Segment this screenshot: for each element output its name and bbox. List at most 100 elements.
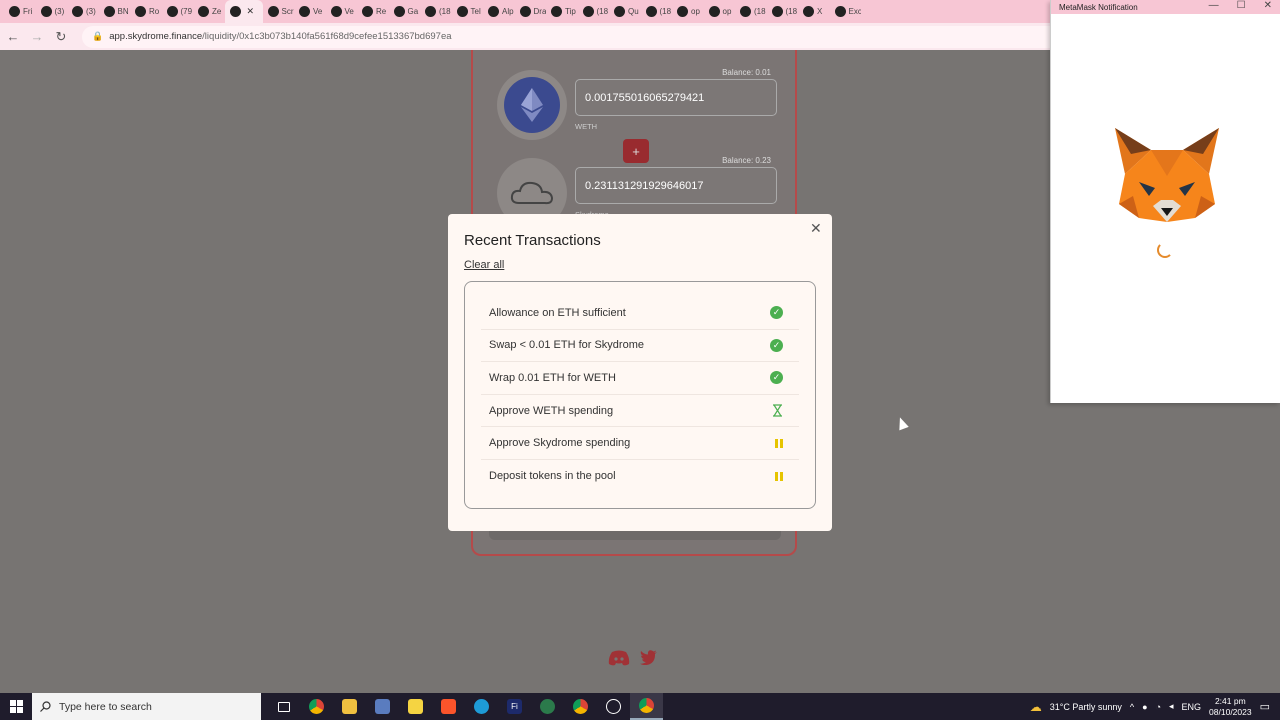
chevron-up-icon[interactable]: ^ <box>1130 702 1134 712</box>
browser-tab[interactable]: Dra <box>515 0 547 23</box>
reload-icon[interactable]: ↻ <box>50 29 72 45</box>
notifications-icon[interactable]: ▭ <box>1260 700 1270 713</box>
language-indicator[interactable]: ENG <box>1182 702 1202 712</box>
transaction-row: Approve WETH spending <box>481 395 799 428</box>
tab-label: Qu <box>628 7 639 16</box>
clock-app-icon[interactable] <box>597 693 630 720</box>
browser-tab[interactable]: Ze <box>193 0 225 23</box>
discord-icon[interactable] <box>608 650 630 666</box>
tab-label: Ve <box>344 7 354 16</box>
file-explorer-icon[interactable] <box>333 693 366 720</box>
weather-text[interactable]: 31°C Partly sunny <box>1050 702 1122 712</box>
browser-tab[interactable]: (18 <box>735 0 767 23</box>
browser-tab[interactable]: (18 <box>578 0 610 23</box>
twitter-icon[interactable] <box>640 650 657 665</box>
app-fi-icon[interactable]: Fi <box>498 693 531 720</box>
notes-icon[interactable] <box>399 693 432 720</box>
windows-taskbar: Type here to search Fi ☁ 31°C Partly sun… <box>0 693 1280 720</box>
browser-tab[interactable]: Alp <box>483 0 515 23</box>
volume-icon[interactable]: ◂ <box>1169 701 1174 712</box>
tab-favicon-icon <box>9 6 20 17</box>
transactions-list: Allowance on ETH sufficient ✓ Swap < 0.01 … <box>464 281 816 509</box>
browser-tab[interactable]: Tel <box>452 0 484 23</box>
tab-close-icon[interactable]: ✕ <box>247 6 255 17</box>
tab-label: (3) <box>54 7 65 16</box>
window-close-icon[interactable]: ✕ <box>1264 0 1272 11</box>
back-icon[interactable]: ← <box>2 29 24 44</box>
token1-label: WETH <box>575 122 598 131</box>
browser-tab[interactable]: Ga <box>389 0 421 23</box>
brave-icon[interactable] <box>432 693 465 720</box>
token2-amount-input[interactable]: 0.231131291929646017 <box>575 167 777 204</box>
chrome-profile-icon[interactable] <box>564 693 597 720</box>
tab-favicon-icon <box>488 6 499 17</box>
tab-label: Dra <box>533 7 547 16</box>
browser-tab[interactable]: Ro <box>130 0 162 23</box>
metamask-notification-window: MetaMask Notification — ☐ ✕ <box>1050 0 1280 403</box>
transaction-label: Wrap 0.01 ETH for WETH <box>489 371 616 384</box>
browser-tab[interactable]: op <box>672 0 704 23</box>
tab-favicon-icon <box>740 6 751 17</box>
browser-tab[interactable]: BN <box>99 0 131 23</box>
browser-tab[interactable]: op <box>704 0 736 23</box>
edge-icon[interactable] <box>465 693 498 720</box>
browser-tab[interactable]: Qu <box>609 0 641 23</box>
browser-tab[interactable]: Ve <box>326 0 358 23</box>
transaction-label: Swap < 0.01 ETH for Skydrome <box>489 339 644 352</box>
tab-label: Scr <box>281 7 294 16</box>
transaction-row: Swap < 0.01 ETH for Skydrome ✓ <box>481 330 799 363</box>
browser-tab[interactable]: (18 <box>420 0 452 23</box>
browser-tab[interactable]: (79 <box>162 0 194 23</box>
cloud-icon <box>510 181 554 205</box>
app-icon[interactable] <box>531 693 564 720</box>
maximize-icon[interactable]: ☐ <box>1237 0 1246 11</box>
browser-tab[interactable]: (3) <box>36 0 68 23</box>
start-button[interactable] <box>0 700 32 713</box>
metamask-fox-icon <box>1115 128 1219 222</box>
tab-favicon-icon <box>267 6 279 17</box>
url-host: app.skydrome.finance <box>109 31 203 42</box>
url-field[interactable]: 🔒 app.skydrome.finance/liquidity/0x1c3b0… <box>82 25 1122 48</box>
tab-favicon-icon <box>198 6 209 17</box>
browser-tab[interactable]: Scr <box>263 0 295 23</box>
forward-icon[interactable]: → <box>26 29 48 44</box>
browser-tab[interactable]: ✕ <box>224 0 263 23</box>
hourglass-icon <box>773 404 782 417</box>
transaction-label: Approve Skydrome spending <box>489 437 631 450</box>
check-circle-icon: ✓ <box>770 306 783 320</box>
mouse-cursor <box>895 415 909 431</box>
chrome-active-icon[interactable] <box>630 693 663 720</box>
tab-favicon-icon <box>551 6 562 17</box>
wifi-icon[interactable]: ◔ <box>1156 702 1161 712</box>
close-icon[interactable]: ✕ <box>810 220 822 237</box>
system-tray: ☁ 31°C Partly sunny ^ ● ◔ ◂ ENG 2:41 pm … <box>1030 693 1280 720</box>
tab-label: X <box>817 7 823 16</box>
task-view-icon[interactable] <box>267 693 300 720</box>
clear-all-link[interactable]: Clear all <box>464 259 504 271</box>
check-circle-icon: ✓ <box>770 338 783 352</box>
browser-tab[interactable]: Tip <box>546 0 578 23</box>
browser-tab[interactable]: Ve <box>294 0 326 23</box>
calculator-icon[interactable] <box>366 693 399 720</box>
token1-amount-input[interactable]: 0.001755016065279421 <box>575 79 777 116</box>
add-token-button[interactable]: + <box>623 139 649 163</box>
tab-label: Alp <box>502 7 514 16</box>
browser-tab[interactable]: (18 <box>767 0 799 23</box>
browser-tab[interactable]: Re <box>357 0 389 23</box>
browser-tab[interactable]: (3) <box>67 0 99 23</box>
tab-label: op <box>722 7 732 16</box>
tab-favicon-icon <box>72 6 83 17</box>
browser-tab[interactable]: Exc <box>830 0 861 23</box>
browser-tab[interactable]: Fri <box>4 0 36 23</box>
tab-favicon-icon <box>229 6 241 17</box>
clock[interactable]: 2:41 pm 08/10/2023 <box>1209 696 1252 718</box>
minimize-icon[interactable]: — <box>1209 0 1219 11</box>
chrome-icon[interactable] <box>300 693 333 720</box>
browser-tab[interactable]: (18 <box>641 0 673 23</box>
tab-label: (18 <box>439 7 451 16</box>
url-path: /liquidity/0x1c3b073b140fa561f68d9cefee1… <box>202 31 452 42</box>
taskbar-search[interactable]: Type here to search <box>32 693 261 720</box>
microphone-icon[interactable]: ● <box>1142 702 1147 712</box>
browser-tab[interactable]: X <box>798 0 830 23</box>
tab-label: BN <box>117 7 129 16</box>
